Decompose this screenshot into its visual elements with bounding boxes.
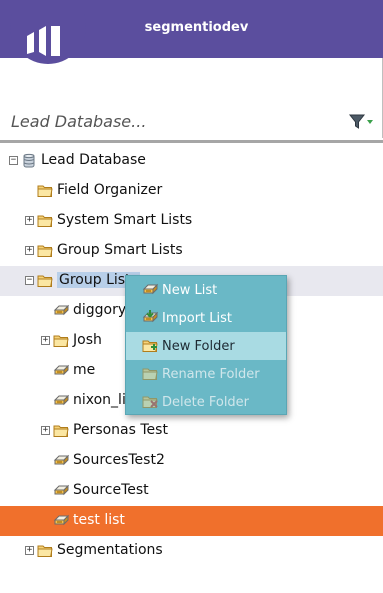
- tree-node-test-list[interactable]: test list: [0, 506, 383, 536]
- tree-node-label: Personas Test: [73, 422, 168, 438]
- static-list-icon: [53, 513, 69, 528]
- tree-node-field-organizer[interactable]: Field Organizer: [0, 176, 383, 206]
- new-folder-icon: [142, 338, 158, 353]
- static-list-icon: [53, 483, 69, 498]
- tree-node-label: Group Smart Lists: [57, 242, 183, 258]
- folder-icon: [37, 543, 53, 558]
- expand-toggle[interactable]: +: [41, 336, 50, 345]
- menu-item-rename-folder[interactable]: Rename Folder: [126, 360, 286, 388]
- tree-node-label: System Smart Lists: [57, 212, 193, 228]
- menu-item-delete-folder[interactable]: Delete Folder: [126, 388, 286, 416]
- tree-node-label: Josh: [73, 332, 102, 348]
- menu-item-import-list[interactable]: Import List: [126, 304, 286, 332]
- folder-icon: [53, 423, 69, 438]
- menu-item-label: New List: [162, 283, 218, 298]
- static-list-icon: [53, 453, 69, 468]
- delete-folder-icon: [142, 394, 158, 409]
- expand-toggle[interactable]: +: [25, 546, 34, 555]
- tree-node-sourcetest[interactable]: SourceTest: [0, 476, 383, 506]
- search-divider: [0, 140, 383, 143]
- folder-icon: [37, 183, 53, 198]
- folder-icon: [37, 243, 53, 258]
- expand-toggle[interactable]: +: [25, 216, 34, 225]
- filter-button[interactable]: [348, 112, 378, 132]
- tree-node-label: diggory-: [73, 302, 131, 318]
- expand-toggle[interactable]: +: [41, 426, 50, 435]
- folder-icon: [37, 213, 53, 228]
- tree-node-label: me: [73, 362, 96, 378]
- tree-node-label: Lead Database: [41, 152, 146, 168]
- context-menu: New List Import List New Folder Rename F…: [125, 275, 287, 415]
- menu-item-label: Import List: [162, 311, 233, 326]
- tree-node-label: test list: [73, 512, 125, 528]
- menu-item-new-folder[interactable]: New Folder: [126, 332, 286, 360]
- filter-icon: [348, 114, 373, 129]
- expand-toggle[interactable]: +: [25, 246, 34, 255]
- tree-node-label: SourcesTest2: [73, 452, 165, 468]
- tree-node-segmentations[interactable]: + Segmentations: [0, 536, 383, 566]
- search-input[interactable]: [9, 108, 329, 134]
- menu-item-label: New Folder: [162, 339, 235, 354]
- tree-node-group-smart-lists[interactable]: + Group Smart Lists: [0, 236, 383, 266]
- menu-item-new-list[interactable]: New List: [126, 276, 286, 304]
- tree-search: [0, 106, 383, 142]
- tree-node-personas-test[interactable]: + Personas Test: [0, 416, 383, 446]
- collapse-toggle[interactable]: −: [9, 156, 18, 165]
- menu-item-label: Delete Folder: [162, 395, 250, 410]
- folder-icon: [53, 333, 69, 348]
- rename-folder-icon: [142, 366, 158, 381]
- tree-node-label: SourceTest: [73, 482, 149, 498]
- tree-node-sourcestest2[interactable]: SourcesTest2: [0, 446, 383, 476]
- tree-node-label: Field Organizer: [57, 182, 163, 198]
- new-list-icon: [142, 282, 158, 297]
- import-list-icon: [142, 310, 158, 325]
- collapse-toggle[interactable]: −: [25, 276, 34, 285]
- logo-icon: [27, 26, 60, 56]
- tree-node-label: Segmentations: [57, 542, 163, 558]
- database-icon: [21, 153, 37, 168]
- folder-open-icon: [37, 273, 53, 288]
- static-list-icon: [53, 393, 69, 408]
- tree-node-lead-database[interactable]: − Lead Database: [0, 146, 383, 176]
- static-list-icon: [53, 303, 69, 318]
- static-list-icon: [53, 363, 69, 378]
- menu-item-label: Rename Folder: [162, 367, 260, 382]
- tree-node-system-smart-lists[interactable]: + System Smart Lists: [0, 206, 383, 236]
